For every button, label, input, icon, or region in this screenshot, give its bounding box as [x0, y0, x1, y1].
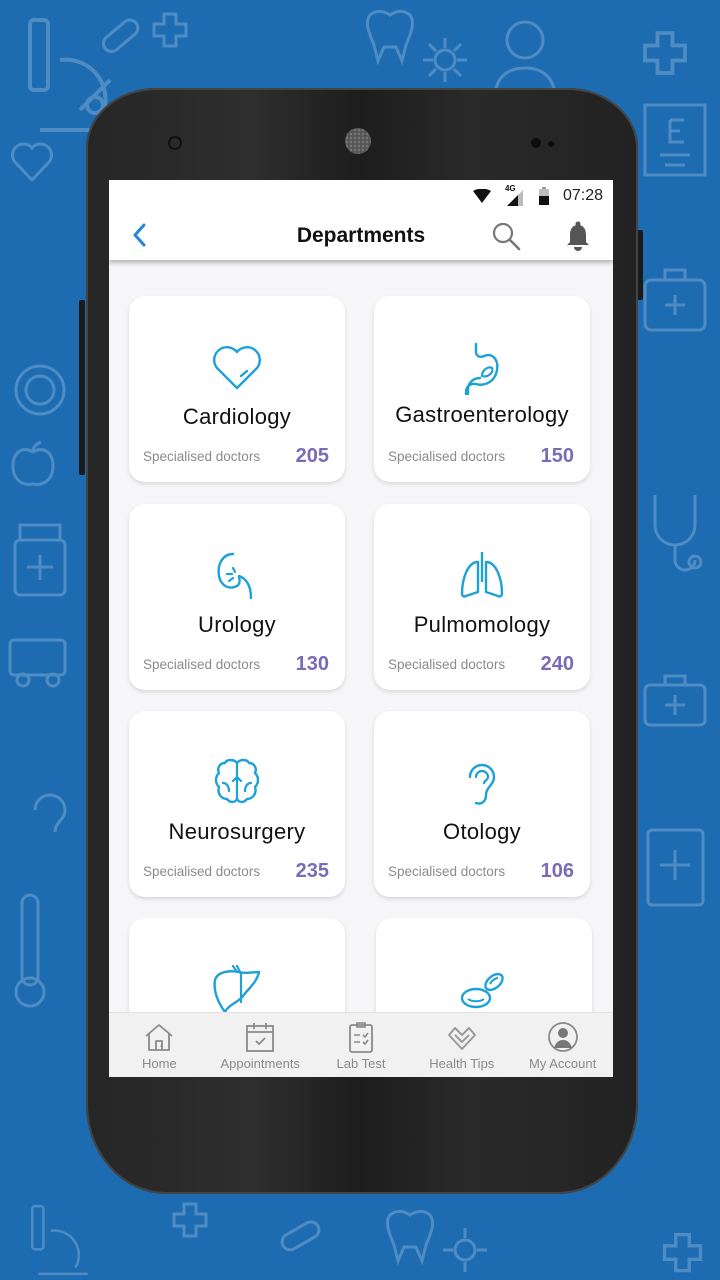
notifications-button[interactable]	[564, 220, 594, 252]
nav-health-tips[interactable]: Health Tips	[411, 1013, 512, 1077]
department-card-cardiology[interactable]: Cardiology Specialised doctors 205	[129, 296, 345, 482]
virus-icon	[443, 1228, 487, 1272]
department-subtitle: Specialised doctors	[388, 864, 506, 879]
tooth-icon	[366, 9, 414, 65]
home-icon	[145, 1024, 173, 1051]
wifi-icon	[472, 189, 491, 203]
status-bar: 4G 07:28	[109, 180, 613, 212]
clipboard-icon	[349, 1022, 373, 1053]
nav-home[interactable]: Home	[109, 1013, 210, 1077]
department-card-otology[interactable]: Otology Specialised doctors 106	[374, 711, 590, 897]
department-name: Gastroenterology	[395, 402, 569, 427]
nav-lab-test[interactable]: Lab Test	[311, 1013, 412, 1077]
liver-icon	[213, 964, 261, 1014]
department-name: Neurosurgery	[168, 819, 306, 844]
department-subtitle: Specialised doctors	[143, 449, 261, 464]
earpiece-speaker	[345, 128, 371, 154]
nav-label: Home	[142, 1056, 177, 1071]
department-subtitle: Specialised doctors	[143, 864, 261, 879]
nav-label: Lab Test	[336, 1056, 386, 1071]
status-time: 07:28	[562, 187, 603, 204]
microscope-icon	[31, 1204, 88, 1276]
nav-label: My Account	[528, 1056, 597, 1071]
phone-volume-button	[79, 300, 85, 475]
brain-icon	[214, 758, 260, 804]
bottom-navigation: Home Appointments Lab Test Health Tips M…	[109, 1012, 613, 1077]
ring-icon	[14, 364, 66, 416]
thermometer-icon	[14, 893, 46, 1008]
account-icon	[547, 1022, 578, 1052]
department-subtitle: Specialised doctors	[143, 657, 261, 672]
ambulance-icon	[8, 638, 67, 688]
light-sensor	[548, 141, 554, 147]
search-button[interactable]	[491, 221, 521, 251]
medicine-bottle-icon	[13, 523, 67, 597]
heart-icon	[213, 346, 261, 390]
ear-bg-icon	[33, 793, 67, 833]
calendar-icon	[246, 1023, 275, 1052]
kidney-icon	[217, 552, 253, 600]
proximity-sensor	[531, 138, 541, 148]
first-aid-icon	[643, 268, 707, 332]
pill-icon	[280, 1220, 321, 1252]
nav-label: Appointments	[220, 1056, 300, 1071]
department-subtitle: Specialised doctors	[388, 449, 506, 464]
eye-chart-icon	[643, 103, 707, 177]
department-card-urology[interactable]: Urology Specialised doctors 130	[129, 504, 345, 690]
clipboard-bg-icon	[646, 828, 705, 907]
ear-icon	[468, 763, 496, 805]
department-card-gastroenterology[interactable]: Gastroenterology Specialised doctors 150	[374, 296, 590, 482]
health-tips-icon	[447, 1027, 476, 1050]
lungs-icon	[460, 552, 504, 598]
department-name: Cardiology	[182, 404, 292, 429]
cross-icon	[662, 1232, 703, 1273]
pill-icon	[101, 18, 140, 53]
doctor-count: 106	[540, 860, 574, 882]
tooth-icon	[386, 1209, 434, 1265]
doctor-count: 240	[540, 653, 574, 675]
stethoscope-icon	[653, 495, 703, 572]
doctor-count: 130	[295, 653, 329, 675]
page-title: Departments	[296, 224, 426, 247]
department-name: Urology	[198, 612, 276, 637]
department-name: Pulmomology	[413, 612, 551, 637]
doctor-count: 150	[540, 445, 574, 467]
nav-appointments[interactable]: Appointments	[210, 1013, 311, 1077]
signal-icon	[506, 190, 523, 206]
doctor-count: 235	[295, 860, 329, 882]
cellular-signal: 4G	[505, 184, 525, 206]
battery-icon	[538, 187, 549, 205]
stomach-icon	[464, 342, 499, 396]
bell-icon	[567, 221, 589, 251]
nav-my-account[interactable]: My Account	[512, 1013, 613, 1077]
apple-icon	[11, 440, 55, 486]
department-card-pulmomology[interactable]: Pulmomology Specialised doctors 240	[374, 504, 590, 690]
virus-icon	[423, 38, 467, 82]
front-camera	[168, 136, 182, 150]
department-name: Otology	[443, 819, 521, 844]
app-bar: Departments	[109, 212, 613, 260]
heart-outline-icon	[11, 142, 53, 183]
cross-icon	[643, 31, 687, 75]
medical-kit-icon	[643, 674, 707, 727]
department-subtitle: Specialised doctors	[388, 657, 506, 672]
cross-icon	[172, 1202, 208, 1238]
doctor-count: 205	[295, 445, 329, 467]
search-icon	[492, 222, 521, 251]
cross-icon	[152, 12, 188, 48]
app-screen: 4G 07:28 Departments Cardiology Speciali…	[109, 180, 613, 1077]
department-card-neurosurgery[interactable]: Neurosurgery Specialised doctors 235	[129, 711, 345, 897]
doctor-icon	[493, 20, 557, 99]
nav-label: Health Tips	[429, 1056, 495, 1071]
blood-cells-icon	[460, 972, 504, 1009]
